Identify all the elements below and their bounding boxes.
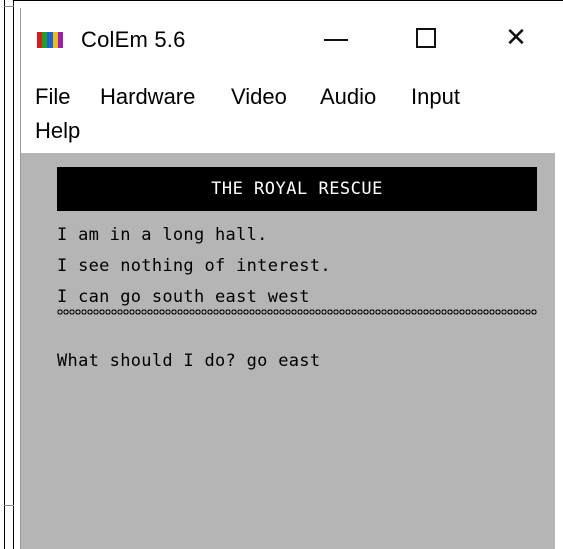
menu-input[interactable]: Input <box>411 84 460 110</box>
menu-audio[interactable]: Audio <box>320 84 376 110</box>
gutter-stub <box>4 6 14 7</box>
game-text-line: I see nothing of interest. <box>57 256 331 276</box>
emulator-screen[interactable]: THE ROYAL RESCUE I am in a long hall. I … <box>21 153 555 549</box>
minimize-icon <box>324 39 348 41</box>
close-icon: ✕ <box>505 23 527 53</box>
icon-stripe <box>57 32 64 48</box>
gutter-rule <box>4 0 5 549</box>
colem-app-icon[interactable] <box>37 32 64 48</box>
menu-help[interactable]: Help <box>35 118 80 144</box>
title-bar[interactable]: ColEm 5.6 ✕ <box>21 8 555 68</box>
gutter-stub <box>4 505 14 506</box>
menu-hardware[interactable]: Hardware <box>100 84 195 110</box>
menu-file[interactable]: File <box>35 84 70 110</box>
colem-window: ColEm 5.6 ✕ File Hardware Video Audio In… <box>20 8 555 549</box>
game-text-line: I am in a long hall. <box>57 225 268 245</box>
minimize-button[interactable] <box>306 18 366 58</box>
top-border <box>0 0 563 1</box>
maximize-button[interactable] <box>396 18 456 58</box>
screenshot-frame: ColEm 5.6 ✕ File Hardware Video Audio In… <box>0 0 563 549</box>
game-prompt-line: What should I do? go east <box>57 351 321 371</box>
menu-bar: File Hardware Video Audio Input Help <box>21 74 555 154</box>
menu-video[interactable]: Video <box>231 84 287 110</box>
game-title-banner: THE ROYAL RESCUE <box>57 167 537 211</box>
maximize-icon <box>416 28 436 48</box>
game-text-line: I can go south east west <box>57 287 310 307</box>
chain-divider <box>57 309 537 315</box>
close-button[interactable]: ✕ <box>486 18 546 58</box>
left-gutter <box>0 0 14 549</box>
window-title: ColEm 5.6 <box>81 27 186 52</box>
